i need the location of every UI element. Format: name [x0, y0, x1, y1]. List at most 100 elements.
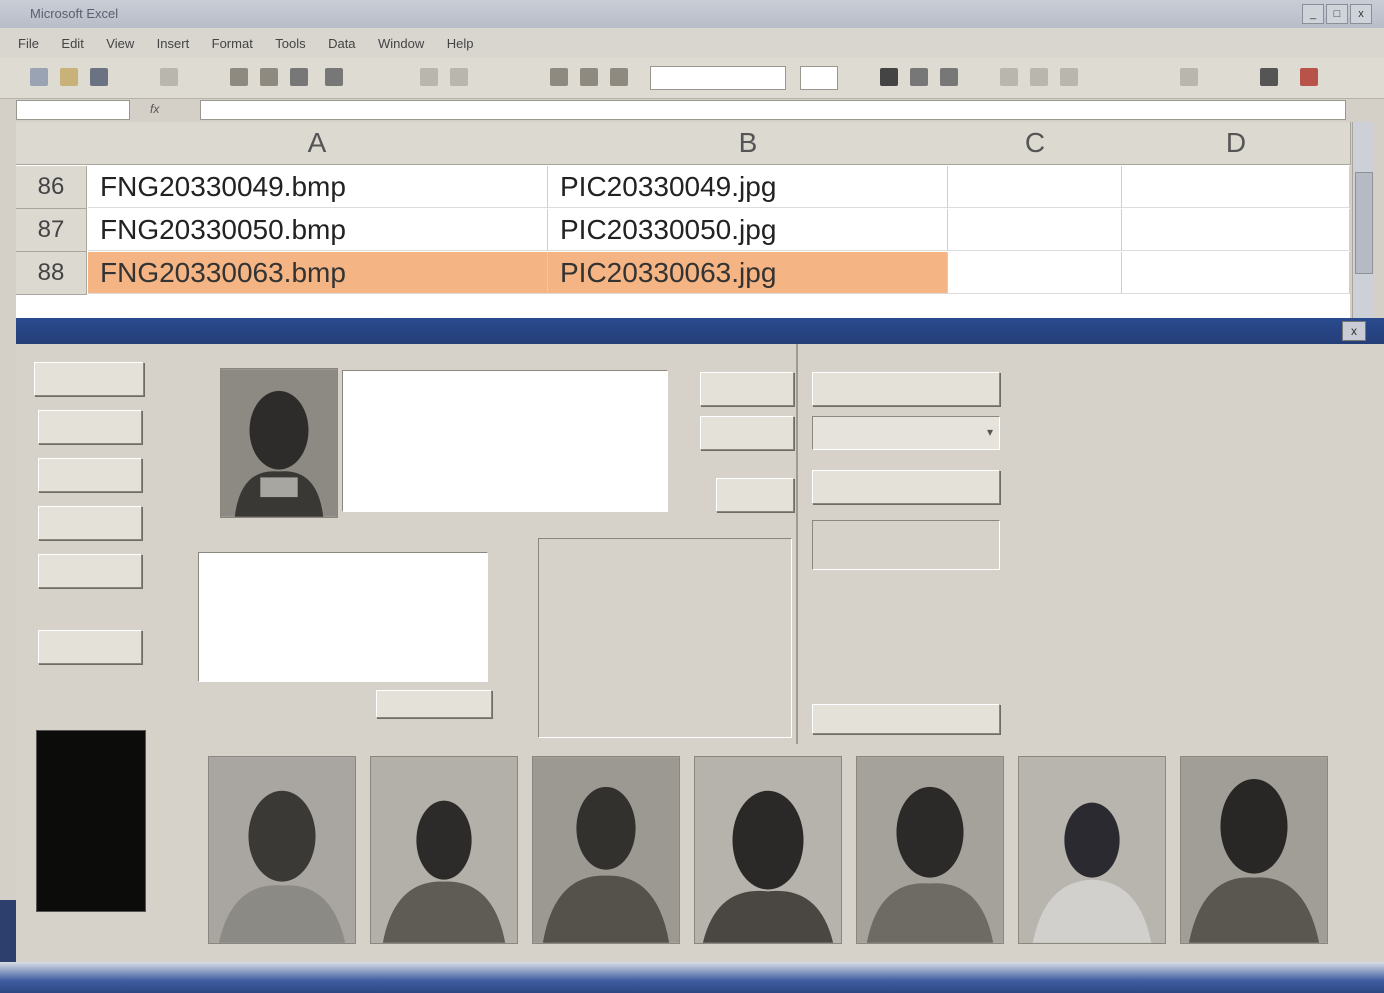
column-header-d[interactable]: D — [1122, 122, 1351, 165]
left-button-3[interactable] — [38, 458, 142, 492]
app-window: ▾ — [16, 344, 1384, 962]
info-panel — [36, 730, 146, 912]
excel-close-button[interactable]: x — [1350, 4, 1372, 24]
paste-icon[interactable] — [290, 68, 308, 86]
font-name-box[interactable] — [650, 66, 786, 90]
align-right-icon[interactable] — [1060, 68, 1078, 86]
thumbnail[interactable] — [208, 756, 356, 944]
column-header-b[interactable]: B — [548, 122, 949, 165]
column-header-a[interactable]: A — [86, 122, 549, 165]
save-icon[interactable] — [90, 68, 108, 86]
menu-help[interactable]: Help — [447, 36, 474, 51]
underline-icon[interactable] — [940, 68, 958, 86]
table-cell[interactable]: PIC20330049.jpg — [548, 166, 948, 208]
portrait-image — [371, 757, 517, 943]
right-button-3[interactable] — [812, 704, 1000, 734]
borders-icon[interactable] — [1180, 68, 1198, 86]
redo-icon[interactable] — [450, 68, 468, 86]
thumbnail[interactable] — [694, 756, 842, 944]
portrait-image — [209, 757, 355, 943]
scrollbar-thumb[interactable] — [1355, 172, 1373, 274]
select-all-corner[interactable] — [16, 122, 87, 165]
fill-color-icon[interactable] — [1260, 68, 1278, 86]
thumbnail[interactable] — [532, 756, 680, 944]
table-cell[interactable] — [1122, 166, 1350, 208]
sort-icon[interactable] — [580, 68, 598, 86]
portrait-image — [1019, 757, 1165, 943]
portrait-image — [695, 757, 841, 943]
left-button-5[interactable] — [38, 554, 142, 588]
taskbar — [0, 962, 1384, 993]
action-button-1[interactable] — [700, 372, 794, 406]
fx-icon[interactable]: fx — [150, 100, 162, 118]
bold-icon[interactable] — [880, 68, 898, 86]
right-field[interactable] — [812, 520, 1000, 570]
new-icon[interactable] — [30, 68, 48, 86]
name-box[interactable] — [16, 100, 130, 120]
thumbnail[interactable] — [856, 756, 1004, 944]
menu-file[interactable]: File — [18, 36, 39, 51]
thumbnail[interactable] — [1180, 756, 1328, 944]
left-button-1[interactable] — [34, 362, 144, 396]
undo-icon[interactable] — [420, 68, 438, 86]
italic-icon[interactable] — [910, 68, 928, 86]
menu-edit[interactable]: Edit — [61, 36, 83, 51]
left-button-6[interactable] — [38, 630, 142, 664]
portrait-image — [857, 757, 1003, 943]
table-cell-selected[interactable]: PIC20330063.jpg — [548, 252, 948, 294]
table-cell[interactable]: FNG20330050.bmp — [88, 209, 548, 251]
sum-icon[interactable] — [550, 68, 568, 86]
row-header[interactable]: 87 — [16, 209, 87, 252]
table-cell[interactable] — [1122, 252, 1350, 294]
portrait-image — [221, 369, 337, 517]
thumbnail[interactable] — [370, 756, 518, 944]
right-button-1[interactable] — [812, 372, 1000, 406]
format-painter-icon[interactable] — [325, 68, 343, 86]
open-icon[interactable] — [60, 68, 78, 86]
chevron-down-icon: ▾ — [986, 425, 993, 439]
excel-title-bar: Microsoft Excel _ □ x — [0, 0, 1384, 28]
divider — [796, 344, 798, 744]
maximize-button[interactable]: □ — [1326, 4, 1348, 24]
right-dropdown[interactable]: ▾ — [812, 416, 1000, 450]
table-cell[interactable] — [1122, 209, 1350, 251]
minimize-button[interactable]: _ — [1302, 4, 1324, 24]
row-header[interactable]: 88 — [16, 252, 87, 295]
table-cell[interactable]: FNG20330049.bmp — [88, 166, 548, 208]
vertical-scrollbar[interactable] — [1352, 122, 1373, 320]
font-color-icon[interactable] — [1300, 68, 1318, 86]
action-button-2[interactable] — [700, 416, 794, 450]
column-header-c[interactable]: C — [948, 122, 1123, 165]
table-cell[interactable] — [948, 166, 1122, 208]
align-left-icon[interactable] — [1000, 68, 1018, 86]
left-button-4[interactable] — [38, 506, 142, 540]
left-button-2[interactable] — [38, 410, 142, 444]
bottom-button[interactable] — [376, 690, 492, 718]
table-cell[interactable] — [948, 209, 1122, 251]
font-size-box[interactable] — [800, 66, 838, 90]
cut-icon[interactable] — [230, 68, 248, 86]
menu-format[interactable]: Format — [212, 36, 253, 51]
formula-bar[interactable] — [200, 100, 1346, 120]
row-header[interactable]: 86 — [16, 166, 87, 209]
table-cell-selected[interactable]: FNG20330063.bmp — [88, 252, 548, 294]
chart-icon[interactable] — [610, 68, 628, 86]
thumbnail[interactable] — [1018, 756, 1166, 944]
record-list[interactable] — [198, 552, 488, 682]
menu-tools[interactable]: Tools — [275, 36, 305, 51]
table-cell[interactable]: PIC20330050.jpg — [548, 209, 948, 251]
action-button-3[interactable] — [716, 478, 794, 512]
menu-window[interactable]: Window — [378, 36, 424, 51]
app-close-button[interactable]: x — [1342, 321, 1366, 341]
align-center-icon[interactable] — [1030, 68, 1048, 86]
menu-data[interactable]: Data — [328, 36, 355, 51]
copy-icon[interactable] — [260, 68, 278, 86]
details-textbox[interactable] — [342, 370, 668, 512]
table-cell[interactable] — [948, 252, 1122, 294]
selected-photo[interactable] — [220, 368, 338, 518]
portrait-image — [1181, 757, 1327, 943]
print-icon[interactable] — [160, 68, 178, 86]
menu-insert[interactable]: Insert — [157, 36, 190, 51]
right-button-2[interactable] — [812, 470, 1000, 504]
menu-view[interactable]: View — [106, 36, 134, 51]
